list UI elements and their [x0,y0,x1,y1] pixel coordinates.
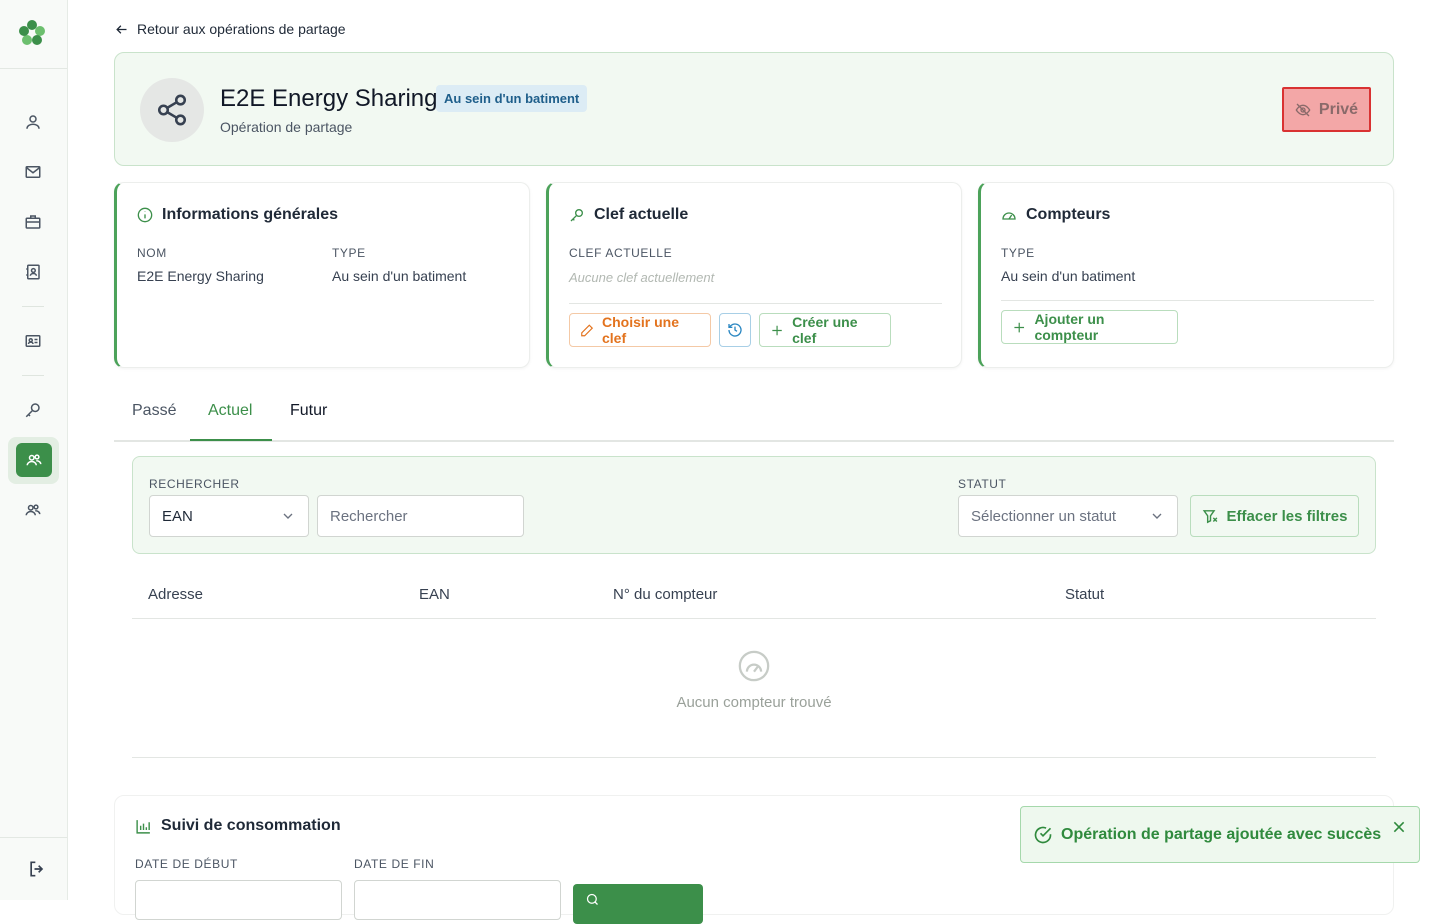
meters-card: Compteurs TYPE Au sein d'un batiment Ajo… [978,182,1394,368]
sidebar-divider [0,837,67,838]
start-date-label: DATE DE DÉBUT [135,857,238,871]
app-logo[interactable] [17,18,47,48]
consumption-search-button[interactable] [573,884,703,924]
card-title: Informations générales [162,206,339,223]
search-placeholder: Rechercher [330,507,408,525]
key-icon[interactable] [22,399,44,421]
divider [569,303,942,304]
history-icon [728,323,742,337]
filter-clear-icon [1202,509,1217,523]
add-meter-button[interactable]: Ajouter un compteur [1001,310,1178,344]
sidebar [0,0,68,900]
search-label: RECHERCHER [149,477,240,491]
clear-filters-label: Effacer les filtres [1226,507,1348,525]
key-history-button[interactable] [719,313,751,347]
column-header-meter-number[interactable]: N° du compteur [613,586,717,603]
pencil-icon [581,323,594,336]
type-value: Au sein d'un batiment [332,268,467,284]
close-icon[interactable] [1391,819,1407,835]
bar-chart-icon [136,819,150,834]
table-footer-divider [132,757,1376,758]
current-key-card: Clef actuelle CLEF ACTUELLE Aucune clef … [546,182,962,368]
end-date-input[interactable] [354,880,561,920]
briefcase-icon[interactable] [22,211,44,233]
meter-type-value: Au sein d'un batiment [1001,268,1136,284]
plus-icon [772,325,782,335]
toast-message: Opération de partage ajoutée avec succès [1061,825,1382,843]
name-value: E2E Energy Sharing [137,268,264,284]
user-icon[interactable] [22,111,44,133]
tab-current[interactable]: Actuel [208,402,252,420]
consumption-title: Suivi de consommation [161,817,341,834]
general-info-card: Informations générales NOM E2E Energy Sh… [114,182,530,368]
current-key-label: CLEF ACTUELLE [569,246,673,260]
table-header-divider [132,618,1376,619]
success-toast: Opération de partage ajoutée avec succès [1020,806,1420,863]
choose-key-button[interactable]: Choisir une clef [569,313,711,347]
tabs-baseline [114,440,1394,442]
sidebar-divider [0,68,67,69]
operation-header: E2E Energy Sharing Au sein d'un batiment… [114,52,1394,166]
start-date-input[interactable] [135,880,342,920]
page-subtitle: Opération de partage [220,119,353,135]
empty-state-message: Aucun compteur trouvé [676,694,832,711]
info-icon [137,207,153,223]
users-icon[interactable] [22,499,44,521]
filters-panel: RECHERCHER EAN Rechercher STATUT Sélecti… [132,456,1376,554]
tab-past[interactable]: Passé [132,402,176,420]
private-toggle-button[interactable]: Privé [1282,87,1371,132]
mail-icon[interactable] [22,161,44,183]
active-tab-indicator [190,439,272,441]
arrow-left-icon [116,24,127,34]
chevron-down-icon [1152,513,1162,519]
column-header-ean[interactable]: EAN [419,586,450,603]
search-field-value: EAN [162,507,193,525]
gauge-icon [1002,212,1016,220]
name-label: NOM [137,246,167,260]
plus-icon [1014,322,1025,332]
no-key-placeholder: Aucune clef actuellement [569,270,715,285]
status-placeholder: Sélectionner un statut [971,507,1117,525]
sidebar-divider [22,306,44,307]
type-badge: Au sein d'un batiment [436,85,588,112]
sidebar-divider [22,375,44,376]
column-header-address[interactable]: Adresse [148,586,203,603]
choose-key-label: Choisir une clef [602,314,680,346]
private-toggle-label: Privé [1318,100,1359,118]
share-icon [140,78,204,142]
add-meter-label: Ajouter un compteur [1034,311,1105,343]
search-input[interactable]: Rechercher [317,495,524,537]
clear-filters-button[interactable]: Effacer les filtres [1190,495,1359,537]
meter-type-label: TYPE [1001,246,1035,260]
card-title: Clef actuelle [594,206,689,223]
key-icon [570,209,583,222]
create-key-label: Créer une clef [792,314,858,346]
tab-future[interactable]: Futur [290,402,327,420]
page-title: E2E Energy Sharing [220,85,438,112]
empty-gauge-icon [737,649,771,683]
chevron-down-icon [283,513,293,519]
divider [1001,300,1374,301]
eye-off-icon [1295,103,1311,116]
contact-book-icon[interactable] [22,261,44,283]
card-title: Compteurs [1026,206,1111,223]
end-date-label: DATE DE FIN [354,857,435,871]
check-circle-icon [1034,826,1052,843]
create-key-button[interactable]: Créer une clef [759,313,891,347]
status-select[interactable]: Sélectionner un statut [958,495,1178,537]
back-link[interactable]: Retour aux opérations de partage [114,21,346,37]
logout-icon[interactable] [26,858,48,880]
search-field-select[interactable]: EAN [149,495,309,537]
column-header-status[interactable]: Statut [1065,586,1104,603]
status-label: STATUT [958,477,1007,491]
type-label: TYPE [332,246,366,260]
sharing-group-icon[interactable] [16,443,52,477]
id-card-icon[interactable] [22,330,44,352]
back-link-label: Retour aux opérations de partage [137,21,346,37]
